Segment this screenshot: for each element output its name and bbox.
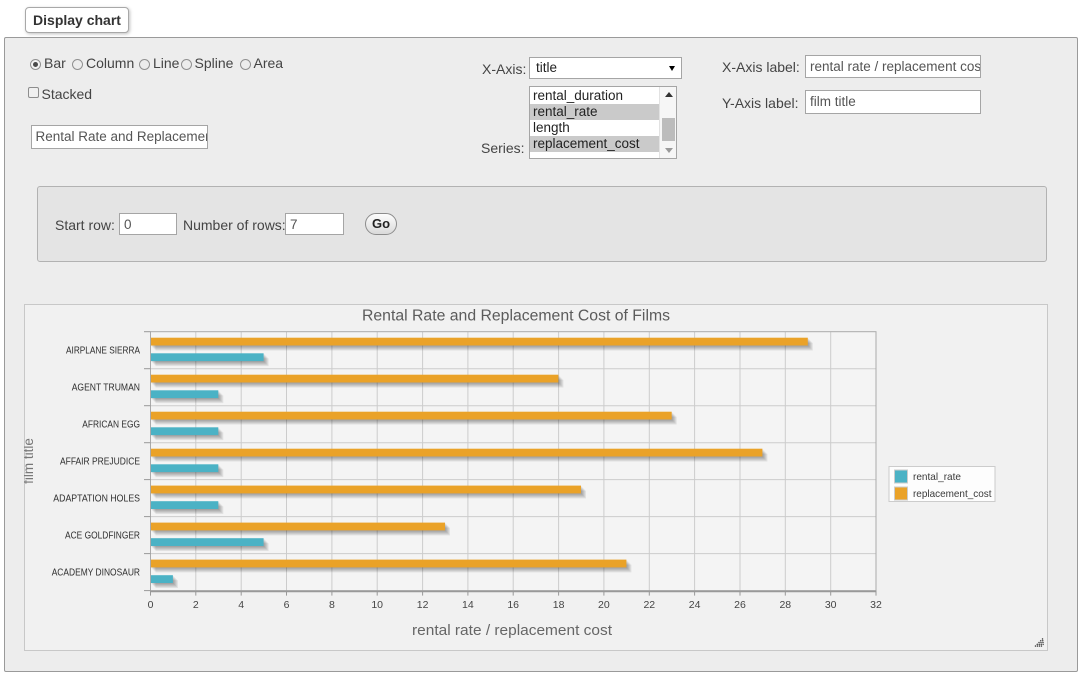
svg-text:6: 6 bbox=[284, 599, 290, 611]
svg-text:AIRPLANE SIERRA: AIRPLANE SIERRA bbox=[66, 346, 140, 357]
svg-text:32: 32 bbox=[870, 599, 882, 611]
svg-text:0: 0 bbox=[148, 599, 154, 611]
svg-text:28: 28 bbox=[779, 599, 791, 611]
svg-text:10: 10 bbox=[371, 599, 383, 611]
svg-text:AFFAIR PREJUDICE: AFFAIR PREJUDICE bbox=[60, 457, 140, 468]
svg-text:16: 16 bbox=[507, 599, 519, 611]
svg-text:2: 2 bbox=[193, 599, 199, 611]
svg-text:ADAPTATION HOLES: ADAPTATION HOLES bbox=[53, 494, 140, 505]
svg-text:ACADEMY DINOSAUR: ACADEMY DINOSAUR bbox=[52, 568, 140, 579]
svg-text:ACE GOLDFINGER: ACE GOLDFINGER bbox=[65, 531, 140, 542]
svg-text:14: 14 bbox=[462, 599, 474, 611]
svg-text:rental_rate: rental_rate bbox=[913, 471, 961, 483]
svg-text:8: 8 bbox=[329, 599, 335, 611]
svg-text:AGENT TRUMAN: AGENT TRUMAN bbox=[72, 383, 140, 394]
svg-text:film title: film title bbox=[24, 438, 36, 484]
svg-text:Rental Rate and Replacement Co: Rental Rate and Replacement Cost of Film… bbox=[362, 308, 670, 325]
svg-text:20: 20 bbox=[598, 599, 610, 611]
svg-text:18: 18 bbox=[553, 599, 565, 611]
svg-text:rental rate / replacement cost: rental rate / replacement cost bbox=[412, 623, 612, 639]
svg-text:24: 24 bbox=[689, 599, 701, 611]
svg-text:4: 4 bbox=[238, 599, 244, 611]
svg-text:replacement_cost: replacement_cost bbox=[913, 488, 992, 500]
svg-text:12: 12 bbox=[417, 599, 429, 611]
svg-text:AFRICAN EGG: AFRICAN EGG bbox=[82, 420, 140, 431]
svg-text:22: 22 bbox=[643, 599, 655, 611]
svg-text:30: 30 bbox=[825, 599, 837, 611]
svg-text:26: 26 bbox=[734, 599, 746, 611]
